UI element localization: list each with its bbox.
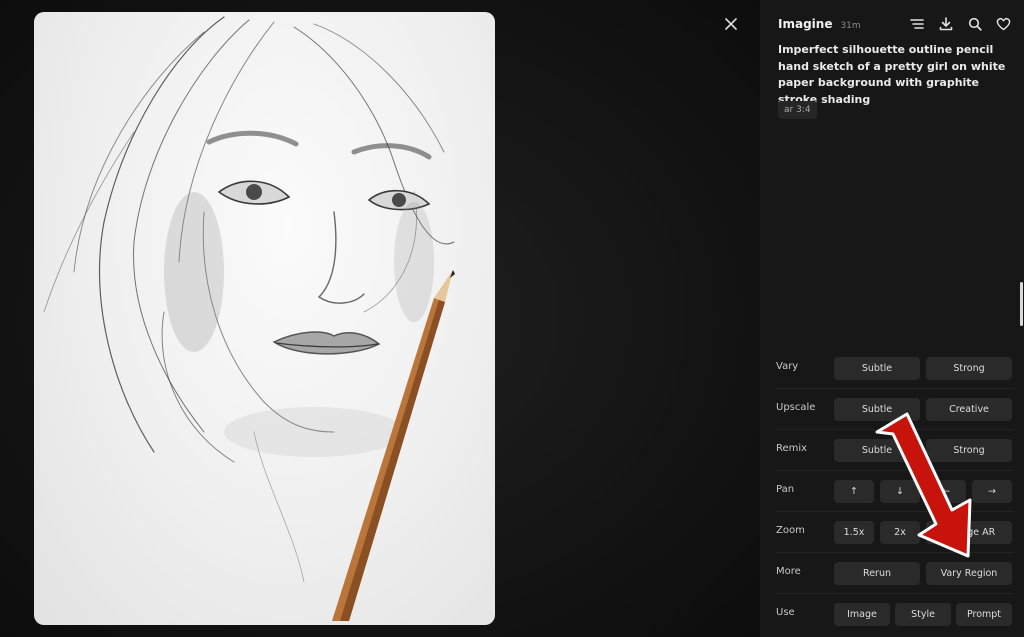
zoom-2x-button[interactable]: 2x (880, 521, 920, 544)
action-rows: Vary Subtle Strong Upscale Subtle Creati… (776, 348, 1014, 634)
row-label-upscale: Upscale (776, 402, 816, 413)
upscale-creative-button[interactable]: Creative (926, 398, 1012, 421)
vary-subtle-button[interactable]: Subtle (834, 357, 920, 380)
row-label-zoom: Zoom (776, 525, 805, 536)
vary-region-button[interactable]: Vary Region (926, 562, 1012, 585)
job-title: Imagine (778, 17, 833, 31)
row-label-more: More (776, 566, 801, 577)
download-icon[interactable] (937, 15, 954, 32)
sketch-illustration (43, 16, 455, 621)
aspect-ratio-badge: ar 3:4 (778, 101, 817, 119)
search-icon[interactable] (966, 15, 983, 32)
use-style-button[interactable]: Style (895, 603, 951, 626)
use-prompt-button[interactable]: Prompt (956, 603, 1012, 626)
vary-strong-button[interactable]: Strong (926, 357, 1012, 380)
upscale-subtle-button[interactable]: Subtle (834, 398, 920, 421)
row-remix: Remix Subtle Strong (776, 429, 1014, 470)
zoom-1-5x-button[interactable]: 1.5x (834, 521, 874, 544)
header-actions (908, 15, 1012, 32)
row-use: Use Image Style Prompt (776, 593, 1014, 634)
generated-image[interactable] (34, 12, 495, 625)
pan-up-button[interactable]: ↑ (834, 480, 874, 503)
prompt-text: Imperfect silhouette outline pencil hand… (778, 43, 1006, 106)
pan-left-button[interactable]: ← (926, 480, 966, 503)
remix-strong-button[interactable]: Strong (926, 439, 1012, 462)
change-ar-button[interactable]: Change AR (926, 521, 1012, 544)
row-label-vary: Vary (776, 361, 799, 372)
scrollbar-thumb[interactable] (1020, 282, 1023, 326)
row-upscale: Upscale Subtle Creative (776, 388, 1014, 429)
row-zoom: Zoom 1.5x 2x Change AR (776, 511, 1014, 552)
rerun-button[interactable]: Rerun (834, 562, 920, 585)
panel-header: Imagine 31m (778, 17, 861, 35)
row-label-use: Use (776, 607, 795, 618)
close-button[interactable] (722, 15, 740, 33)
remix-subtle-button[interactable]: Subtle (834, 439, 920, 462)
heart-icon[interactable] (995, 15, 1012, 32)
pan-right-button[interactable]: → (972, 480, 1012, 503)
row-label-pan: Pan (776, 484, 795, 495)
close-icon (725, 18, 737, 30)
row-pan: Pan ↑ ↓ ← → (776, 470, 1014, 511)
pan-down-button[interactable]: ↓ (880, 480, 920, 503)
row-more: More Rerun Vary Region (776, 552, 1014, 593)
row-vary: Vary Subtle Strong (776, 348, 1014, 388)
job-time: 31m (840, 21, 861, 31)
use-image-button[interactable]: Image (834, 603, 890, 626)
filter-lines-icon[interactable] (908, 15, 925, 32)
row-label-remix: Remix (776, 443, 808, 454)
